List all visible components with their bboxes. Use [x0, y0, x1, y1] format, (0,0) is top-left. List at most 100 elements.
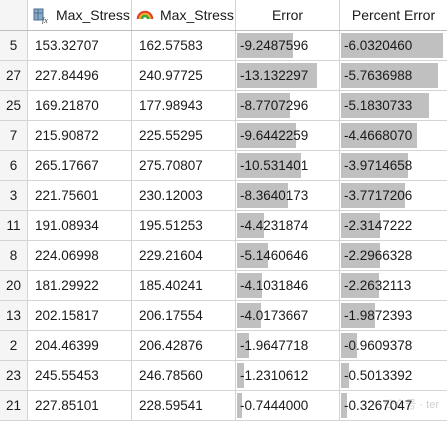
- cell-value: -9.2487596: [240, 38, 309, 53]
- cell-value: 230.12003: [139, 188, 203, 203]
- cell-percent-error[interactable]: -5.7636988: [340, 61, 447, 90]
- row-number[interactable]: 3: [0, 181, 28, 210]
- cell-error[interactable]: -8.3640173: [236, 181, 340, 210]
- row-number[interactable]: 5: [0, 31, 28, 60]
- cell-value: 227.85101: [35, 398, 99, 413]
- cell-max-stress-predicted[interactable]: 206.42876: [132, 331, 236, 360]
- cell-max-stress-predicted[interactable]: 177.98943: [132, 91, 236, 120]
- cell-max-stress[interactable]: 245.55453: [28, 361, 132, 390]
- cell-error[interactable]: -9.6442259: [236, 121, 340, 150]
- column-header-label: Max_Stress: [160, 7, 234, 23]
- table-row[interactable]: 5 153.32707 162.57583 -9.2487596 -6.0320460: [0, 31, 447, 61]
- column-header-percent-error[interactable]: Percent Error: [340, 0, 447, 30]
- cell-max-stress-predicted[interactable]: 240.97725: [132, 61, 236, 90]
- cell-max-stress-predicted[interactable]: 225.55295: [132, 121, 236, 150]
- row-number[interactable]: 20: [0, 271, 28, 300]
- cell-percent-error[interactable]: -3.7717206: [340, 181, 447, 210]
- cell-percent-error[interactable]: -2.2966328: [340, 241, 447, 270]
- table-row[interactable]: 25 169.21870 177.98943 -8.7707296 -5.1830733: [0, 91, 447, 121]
- cell-value: -2.3147222: [344, 218, 413, 233]
- table-row[interactable]: 8 224.06998 229.21604 -5.1460646 -2.2966328: [0, 241, 447, 271]
- cell-percent-error[interactable]: -0.5013392: [340, 361, 447, 390]
- cell-percent-error[interactable]: -2.3147222: [340, 211, 447, 240]
- cell-percent-error[interactable]: -4.4668070: [340, 121, 447, 150]
- cell-value: -1.2310612: [240, 368, 309, 383]
- column-header-label: Percent Error: [351, 7, 436, 23]
- cell-error[interactable]: -9.2487596: [236, 31, 340, 60]
- cell-max-stress[interactable]: 169.21870: [28, 91, 132, 120]
- cell-max-stress[interactable]: 215.90872: [28, 121, 132, 150]
- cell-percent-error[interactable]: -6.0320460: [340, 31, 447, 60]
- cell-error[interactable]: -1.9647718: [236, 331, 340, 360]
- row-number[interactable]: 21: [0, 391, 28, 420]
- row-number[interactable]: 6: [0, 151, 28, 180]
- cell-percent-error[interactable]: -2.2632113: [340, 271, 447, 300]
- cell-max-stress-predicted[interactable]: 246.78560: [132, 361, 236, 390]
- column-header-max-stress[interactable]: fx Max_Stress: [28, 0, 132, 30]
- cell-percent-error[interactable]: -1.9872393: [340, 301, 447, 330]
- cell-max-stress-predicted[interactable]: 275.70807: [132, 151, 236, 180]
- cell-value: 228.59541: [139, 398, 203, 413]
- table-row[interactable]: 3 221.75601 230.12003 -8.3640173 -3.7717206: [0, 181, 447, 211]
- row-number[interactable]: 7: [0, 121, 28, 150]
- cell-max-stress[interactable]: 202.15817: [28, 301, 132, 330]
- cell-max-stress[interactable]: 265.17667: [28, 151, 132, 180]
- row-number[interactable]: 8: [0, 241, 28, 270]
- row-number-header[interactable]: [0, 0, 28, 30]
- cell-error[interactable]: -0.7444000: [236, 391, 340, 420]
- cell-value: 204.46399: [35, 338, 99, 353]
- cell-max-stress-predicted[interactable]: 230.12003: [132, 181, 236, 210]
- cell-error[interactable]: -1.2310612: [236, 361, 340, 390]
- cell-max-stress[interactable]: 227.85101: [28, 391, 132, 420]
- cell-error[interactable]: -10.531401: [236, 151, 340, 180]
- cell-value: 275.70807: [139, 158, 203, 173]
- cell-value: -5.7636988: [344, 68, 413, 83]
- column-header-label: Error: [271, 7, 304, 23]
- table-row[interactable]: 6 265.17667 275.70807 -10.531401 -3.9714658: [0, 151, 447, 181]
- table-row[interactable]: 23 245.55453 246.78560 -1.2310612 -0.5013392: [0, 361, 447, 391]
- cell-value: 21: [5, 398, 22, 413]
- row-number[interactable]: 2: [0, 331, 28, 360]
- cell-max-stress-predicted[interactable]: 162.57583: [132, 31, 236, 60]
- row-number[interactable]: 11: [0, 211, 28, 240]
- row-number[interactable]: 23: [0, 361, 28, 390]
- cell-max-stress[interactable]: 191.08934: [28, 211, 132, 240]
- table-row[interactable]: 11 191.08934 195.51253 -4.4231874 -2.3147222: [0, 211, 447, 241]
- cell-error[interactable]: -8.7707296: [236, 91, 340, 120]
- cell-value: 169.21870: [35, 98, 99, 113]
- cell-max-stress[interactable]: 224.06998: [28, 241, 132, 270]
- cell-value: 215.90872: [35, 128, 99, 143]
- cell-percent-error[interactable]: -3.9714658: [340, 151, 447, 180]
- cell-max-stress[interactable]: 204.46399: [28, 331, 132, 360]
- cell-value: -8.3640173: [240, 188, 309, 203]
- cell-error[interactable]: -4.0173667: [236, 301, 340, 330]
- cell-error[interactable]: -5.1460646: [236, 241, 340, 270]
- table-row[interactable]: 7 215.90872 225.55295 -9.6442259 -4.4668070: [0, 121, 447, 151]
- formula-column-icon: fx: [33, 8, 48, 24]
- cell-error[interactable]: -4.1031846: [236, 271, 340, 300]
- cell-error[interactable]: -13.132297: [236, 61, 340, 90]
- cell-percent-error[interactable]: -5.1830733: [340, 91, 447, 120]
- cell-max-stress-predicted[interactable]: 228.59541: [132, 391, 236, 420]
- table-row[interactable]: 20 181.29922 185.40241 -4.1031846 -2.2632113: [0, 271, 447, 301]
- cell-max-stress[interactable]: 227.84496: [28, 61, 132, 90]
- column-header-max-stress-predicted[interactable]: Max_Stress: [132, 0, 236, 30]
- row-number[interactable]: 25: [0, 91, 28, 120]
- cell-value: -4.1031846: [240, 278, 309, 293]
- cell-max-stress-predicted[interactable]: 206.17554: [132, 301, 236, 330]
- table-row[interactable]: 27 227.84496 240.97725 -13.132297 -5.7636988: [0, 61, 447, 91]
- column-header-error[interactable]: Error: [236, 0, 340, 30]
- cell-value: -0.5013392: [344, 368, 413, 383]
- row-number[interactable]: 13: [0, 301, 28, 330]
- cell-max-stress[interactable]: 153.32707: [28, 31, 132, 60]
- cell-max-stress[interactable]: 221.75601: [28, 181, 132, 210]
- cell-error[interactable]: -4.4231874: [236, 211, 340, 240]
- cell-percent-error[interactable]: -0.9609378: [340, 331, 447, 360]
- row-number[interactable]: 27: [0, 61, 28, 90]
- table-row[interactable]: 13 202.15817 206.17554 -4.0173667 -1.9872393: [0, 301, 447, 331]
- cell-max-stress-predicted[interactable]: 229.21604: [132, 241, 236, 270]
- cell-max-stress-predicted[interactable]: 185.40241: [132, 271, 236, 300]
- cell-max-stress[interactable]: 181.29922: [28, 271, 132, 300]
- table-row[interactable]: 2 204.46399 206.42876 -1.9647718 -0.9609378: [0, 331, 447, 361]
- cell-max-stress-predicted[interactable]: 195.51253: [132, 211, 236, 240]
